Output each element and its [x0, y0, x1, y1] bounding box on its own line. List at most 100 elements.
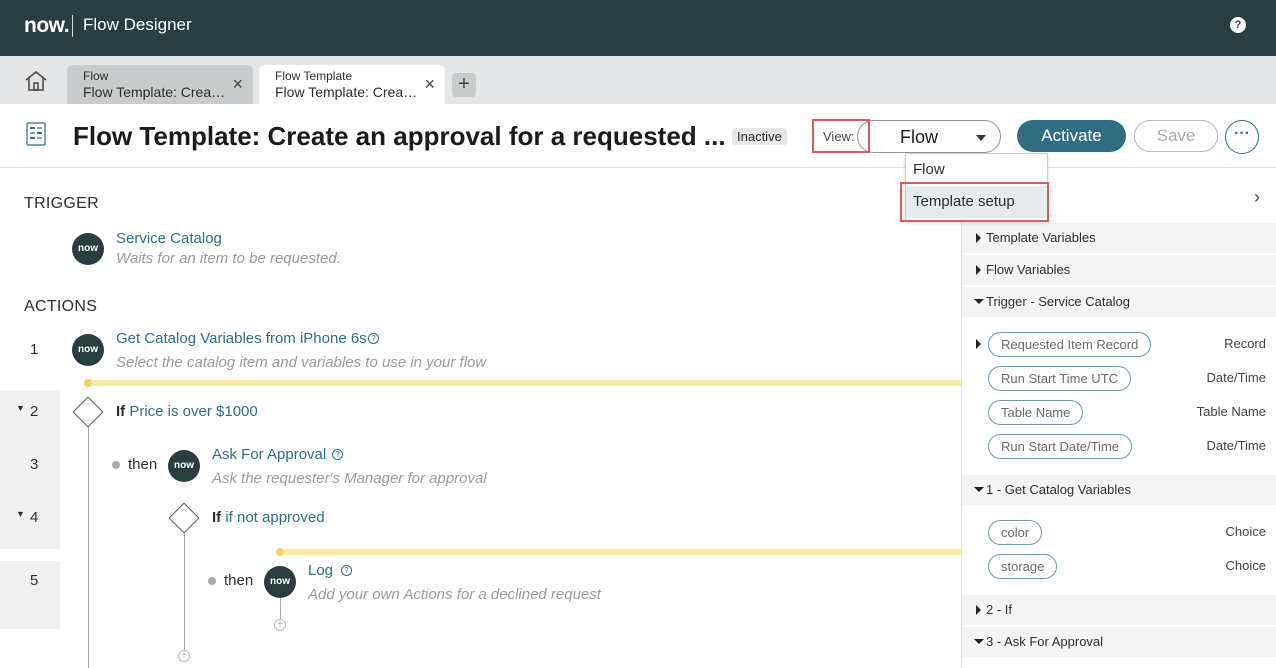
- view-select-value: Flow: [900, 127, 939, 147]
- collapse-caret-icon[interactable]: ▼: [16, 509, 25, 519]
- collapse-caret-icon: [974, 487, 984, 492]
- section-label: Flow Variables: [986, 262, 1071, 277]
- flow-connector-highlight: [88, 380, 961, 386]
- pill-type: Table Name: [1196, 404, 1266, 419]
- now-icon: now: [168, 450, 200, 482]
- connector-dot: [112, 461, 120, 469]
- then-label: then: [128, 456, 158, 473]
- step-title[interactable]: Ask For Approval: [212, 446, 326, 463]
- step-title[interactable]: Get Catalog Variables from iPhone 6s: [116, 330, 367, 347]
- tab-type-label: Flow: [83, 69, 109, 83]
- branch-line: [184, 530, 185, 656]
- data-pill[interactable]: Run Start Time UTC: [988, 366, 1132, 391]
- tab-flow[interactable]: Flow Flow Template: Create an approval ×: [67, 65, 253, 104]
- pill-type: Choice: [1225, 524, 1266, 539]
- section-label: 2 - If: [986, 602, 1013, 617]
- then-label: then: [224, 572, 254, 589]
- chevron-right-icon[interactable]: ›: [1254, 187, 1260, 208]
- collapse-caret-icon: [974, 299, 984, 304]
- expand-caret-icon: [976, 233, 981, 243]
- pill-type: Record: [1224, 336, 1266, 351]
- activate-button[interactable]: Activate: [1017, 120, 1126, 152]
- expand-caret-icon: [976, 605, 981, 615]
- template-setup-highlight: [900, 182, 1049, 222]
- step-subtitle: Select the catalog item and variables to…: [116, 354, 487, 371]
- connector-dot: [208, 577, 216, 585]
- tab-type-label: Flow Template: [275, 69, 353, 83]
- step-number: 4: [30, 509, 39, 526]
- collapse-caret-icon: [974, 639, 984, 644]
- expand-caret-icon: [976, 265, 981, 275]
- add-step-icon[interactable]: +: [274, 619, 286, 631]
- step-title[interactable]: Log: [308, 562, 333, 579]
- panel-section-trigger[interactable]: Trigger - Service Catalog: [962, 287, 1276, 317]
- actions-section-label: ACTIONS: [24, 298, 98, 315]
- flow-template-icon: [26, 122, 46, 146]
- top-navigation-bar: now. Flow Designer ?: [0, 0, 1276, 56]
- chevron-down-icon: [976, 135, 986, 141]
- section-label: Template Variables: [986, 230, 1096, 245]
- if-condition[interactable]: If Price is over $1000: [116, 403, 258, 420]
- tab-name-label: Flow Template: Create an approval: [83, 84, 228, 100]
- trigger-title[interactable]: Service Catalog: [116, 230, 222, 247]
- step-number: 3: [30, 456, 39, 473]
- section-label: 3 - Ask For Approval: [986, 634, 1104, 649]
- flow-header: Flow Template: Create an approval for a …: [0, 104, 1276, 168]
- if-condition[interactable]: If if not approved: [212, 509, 325, 526]
- data-pill[interactable]: Requested Item Record: [988, 332, 1152, 357]
- pill-type: Date/Time: [1206, 370, 1266, 385]
- step-subtitle: Ask the requester's Manager for approval: [212, 470, 487, 487]
- now-icon: now: [72, 233, 104, 265]
- info-icon[interactable]: ?: [341, 565, 352, 576]
- panel-section-if[interactable]: 2 - If: [962, 595, 1276, 625]
- connector-dot: [276, 548, 284, 556]
- trigger-section-label: TRIGGER: [24, 195, 99, 212]
- now-icon: now: [264, 566, 296, 598]
- flow-connector-highlight: [280, 549, 961, 555]
- expand-caret-icon[interactable]: [976, 339, 981, 349]
- collapse-caret-icon[interactable]: ▼: [16, 403, 25, 413]
- view-select[interactable]: Flow: [857, 120, 1001, 153]
- data-pill[interactable]: color: [988, 520, 1043, 545]
- close-icon[interactable]: ×: [424, 75, 435, 93]
- status-badge: Inactive: [732, 128, 787, 145]
- section-label: Trigger - Service Catalog: [986, 294, 1131, 309]
- servicenow-logo[interactable]: now.: [24, 14, 70, 38]
- data-pill[interactable]: Table Name: [988, 400, 1084, 425]
- page-title: Flow Template: Create an approval for a …: [73, 121, 726, 151]
- add-step-icon[interactable]: +: [178, 650, 190, 662]
- panel-section-template-variables[interactable]: Template Variables: [962, 223, 1276, 253]
- step-number: 2: [30, 403, 39, 420]
- branch-icon: [72, 396, 104, 428]
- data-pill[interactable]: Run Start Date/Time: [988, 434, 1133, 459]
- panel-section-catalog-variables[interactable]: 1 - Get Catalog Variables: [962, 475, 1276, 505]
- tab-strip: Flow Flow Template: Create an approval ×…: [0, 56, 1276, 104]
- flow-canvas: TRIGGER now Service Catalog Waits for an…: [0, 169, 961, 668]
- step-number: 1: [30, 341, 39, 358]
- tab-flow-template[interactable]: Flow Template Flow Template: Create an a…: [259, 65, 445, 104]
- help-icon[interactable]: ?: [1230, 17, 1246, 33]
- pill-type: Date/Time: [1206, 438, 1266, 453]
- home-icon[interactable]: [24, 70, 48, 92]
- now-icon: now: [72, 334, 104, 366]
- tab-name-label: Flow Template: Create an approval: [275, 84, 420, 100]
- save-button[interactable]: Save: [1134, 120, 1218, 152]
- logo-divider: [72, 15, 73, 37]
- trigger-subtitle: Waits for an item to be requested.: [116, 250, 341, 267]
- section-label: 1 - Get Catalog Variables: [986, 482, 1131, 497]
- step-number: 5: [30, 572, 39, 589]
- data-pill[interactable]: storage: [988, 554, 1058, 579]
- branch-line: [88, 424, 89, 668]
- add-tab-button[interactable]: +: [452, 73, 476, 97]
- more-options-button[interactable]: ···: [1225, 120, 1259, 154]
- panel-section-approval[interactable]: 3 - Ask For Approval: [962, 627, 1276, 657]
- connector-dot: [84, 379, 92, 387]
- app-title: Flow Designer: [83, 15, 192, 34]
- close-icon[interactable]: ×: [232, 75, 243, 93]
- view-select-highlight: [868, 119, 870, 153]
- branch-icon: [168, 502, 200, 534]
- info-icon[interactable]: ?: [368, 333, 379, 344]
- panel-section-flow-variables[interactable]: Flow Variables: [962, 255, 1276, 285]
- step-subtitle: Add your own Actions for a declined requ…: [308, 586, 601, 603]
- info-icon[interactable]: ?: [332, 449, 343, 460]
